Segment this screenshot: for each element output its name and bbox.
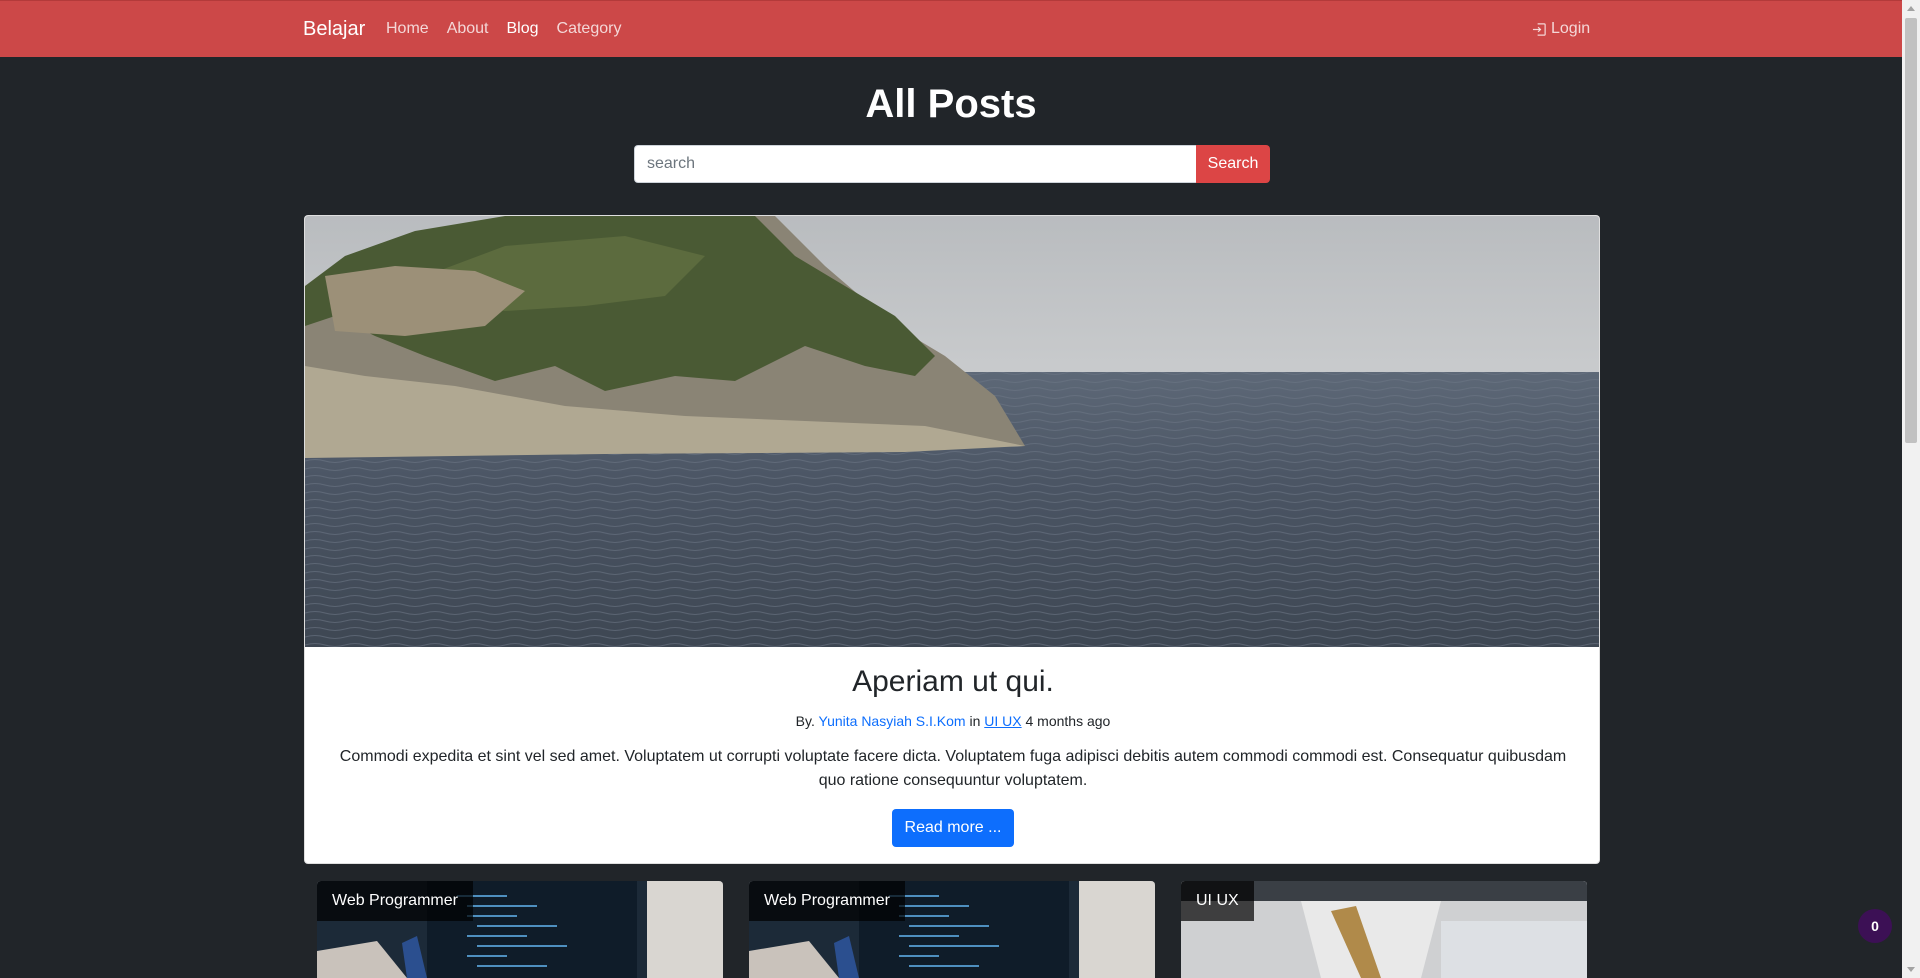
login-label: Login (1551, 20, 1591, 37)
navbar-brand[interactable]: Belajar (303, 18, 365, 41)
post-category-badge: Web Programmer (317, 881, 473, 921)
category-link[interactable]: UI UX (984, 713, 1021, 729)
post-card[interactable]: Web Programmer (317, 881, 723, 978)
read-more-button[interactable]: Read more ... (891, 809, 1015, 847)
search-input[interactable] (634, 145, 1196, 183)
hero-post-meta: By. Yunita Nasyiah S.I.Kom in UI UX 4 mo… (305, 713, 1599, 729)
hero-post-title: Aperiam ut qui. (852, 665, 1054, 698)
meta-by-prefix: By. (795, 713, 815, 729)
scroll-down-arrow-icon[interactable] (1907, 967, 1915, 972)
scrollbar[interactable] (1902, 0, 1920, 978)
hero-post-card: Aperiam ut qui. By. Yunita Nasyiah S.I.K… (304, 215, 1600, 864)
post-card[interactable]: Web Programmer (749, 881, 1155, 978)
search-button[interactable]: Search (1196, 145, 1270, 183)
hero-post-image (305, 216, 1599, 647)
scroll-up-arrow-icon[interactable] (1907, 6, 1915, 11)
counter-badge[interactable]: 0 (1858, 909, 1892, 943)
post-time-ago: 4 months ago (1025, 713, 1111, 729)
nav-link-category[interactable]: Category (557, 20, 622, 38)
nav-link-blog[interactable]: Blog (507, 20, 539, 38)
nav-link-about[interactable]: About (447, 20, 489, 38)
nav-links: Home About Blog Category (386, 20, 621, 38)
hero-post-excerpt: Commodi expedita et sint vel sed amet. V… (339, 748, 1567, 789)
page-title: All Posts (865, 82, 1037, 126)
hero-post-body: Aperiam ut qui. By. Yunita Nasyiah S.I.K… (305, 647, 1599, 847)
search-form: Search (634, 145, 1270, 183)
login-link[interactable]: Login (1532, 20, 1590, 38)
post-card[interactable]: UI UX (1181, 881, 1587, 978)
post-category-badge: UI UX (1181, 881, 1254, 921)
nav-link-home[interactable]: Home (386, 20, 429, 38)
login-icon (1532, 22, 1546, 36)
navbar: Belajar Home About Blog Category Login (0, 0, 1902, 57)
post-category-badge: Web Programmer (749, 881, 905, 921)
scroll-thumb[interactable] (1905, 18, 1917, 443)
meta-in-word: in (969, 713, 981, 729)
author-link[interactable]: Yunita Nasyiah S.I.Kom (819, 713, 966, 729)
